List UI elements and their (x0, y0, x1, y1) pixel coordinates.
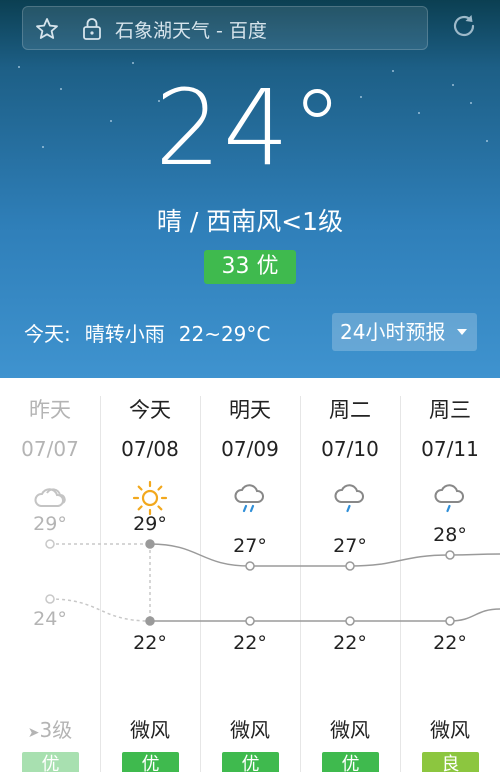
current-condition: 晴 / 西南风<1级 (156, 207, 344, 236)
high-temp-point (445, 550, 455, 560)
lock-icon (83, 18, 101, 40)
high-temp-line (149, 543, 500, 567)
day-date: 07/10 (321, 437, 379, 461)
light-rain-icon (334, 484, 364, 513)
today-range: 22~29°C (178, 322, 271, 346)
wind-level: 微风 (130, 718, 170, 742)
hourly-forecast-button[interactable]: 24小时预报 (332, 313, 477, 351)
forecast-day-tuesday[interactable]: 周二 07/10 微风 优 (300, 396, 400, 772)
wind-level: 微风 (430, 718, 470, 742)
today-weather: 晴转小雨 (84, 322, 165, 346)
air-quality-badge: 优 (122, 752, 179, 772)
current-temperature: 24° (154, 67, 346, 189)
low-temp-point (45, 594, 55, 604)
star-decoration (132, 62, 134, 64)
low-temp-point (445, 616, 455, 626)
low-temp-point (145, 616, 155, 626)
low-temp-label: 22° (433, 632, 467, 654)
low-temp-label: 24° (33, 608, 67, 630)
caret-down-icon (457, 329, 467, 335)
low-temp-point (245, 616, 255, 626)
today-label: 今天: (24, 322, 71, 346)
high-temp-point (345, 561, 355, 571)
high-temp-point (45, 539, 55, 549)
forecast-table: 昨天 07/07 ➤3级 优 今天 07/08 微风 优 明天 07/09 微风… (0, 378, 500, 772)
high-temp-point (245, 561, 255, 571)
url-text: 石象湖天气 - 百度 (115, 20, 267, 42)
wind-level: ➤3级 (0, 714, 100, 743)
forecast-day-wednesday[interactable]: 周三 07/11 微风 良 (400, 396, 500, 772)
wind-text: 3级 (39, 718, 73, 742)
day-date: 07/08 (121, 437, 179, 461)
cloudy-icon (34, 488, 66, 507)
hourly-forecast-label: 24小时预报 (340, 320, 446, 344)
high-temp-point (145, 539, 155, 549)
aqi-badge[interactable]: 33 优 (204, 250, 296, 284)
low-temp-point (345, 616, 355, 626)
wind-level: 微风 (230, 718, 270, 742)
day-name: 昨天 (29, 398, 71, 422)
day-date: 07/11 (421, 437, 479, 461)
day-name: 今天 (129, 398, 171, 422)
day-name: 周二 (329, 398, 371, 422)
low-temp-label: 22° (333, 632, 367, 654)
forecast-day-tomorrow[interactable]: 明天 07/09 微风 优 (200, 396, 300, 772)
high-temp-label: 27° (233, 535, 267, 557)
light-rain-icon (434, 484, 464, 513)
day-date: 07/09 (221, 437, 279, 461)
wind-arrow-icon: ➤ (27, 725, 40, 741)
wind-level: 微风 (330, 718, 370, 742)
air-quality-badge: 优 (322, 752, 379, 772)
bookmark-star-icon[interactable] (35, 17, 59, 41)
day-date: 07/07 (21, 437, 79, 461)
weather-hero-panel: 石象湖天气 - 百度 24° 晴 / 西南风<1级 33 优 今天: 晴转小雨 22… (0, 0, 500, 378)
air-quality-badge: 优 (22, 752, 79, 772)
sunny-icon (132, 480, 168, 516)
today-summary: 今天: 晴转小雨 22~29°C (24, 318, 270, 347)
high-temp-label: 28° (433, 524, 467, 546)
high-temp-label: 29° (33, 513, 67, 535)
reload-icon[interactable] (450, 12, 478, 40)
high-temp-label: 29° (133, 513, 167, 535)
low-temp-line (150, 608, 500, 622)
day-name: 周三 (429, 398, 471, 422)
air-quality-badge: 优 (222, 752, 279, 772)
forecast-day-today[interactable]: 今天 07/08 微风 优 (100, 396, 200, 772)
forecast-day-yesterday[interactable]: 昨天 07/07 ➤3级 优 (0, 396, 100, 772)
low-temp-label: 22° (133, 632, 167, 654)
day-name: 明天 (229, 398, 271, 422)
address-bar[interactable]: 石象湖天气 - 百度 (22, 6, 428, 50)
high-temp-label: 27° (333, 535, 367, 557)
air-quality-badge: 良 (422, 752, 479, 772)
low-temp-label: 22° (233, 632, 267, 654)
light-rain-icon (234, 484, 264, 513)
